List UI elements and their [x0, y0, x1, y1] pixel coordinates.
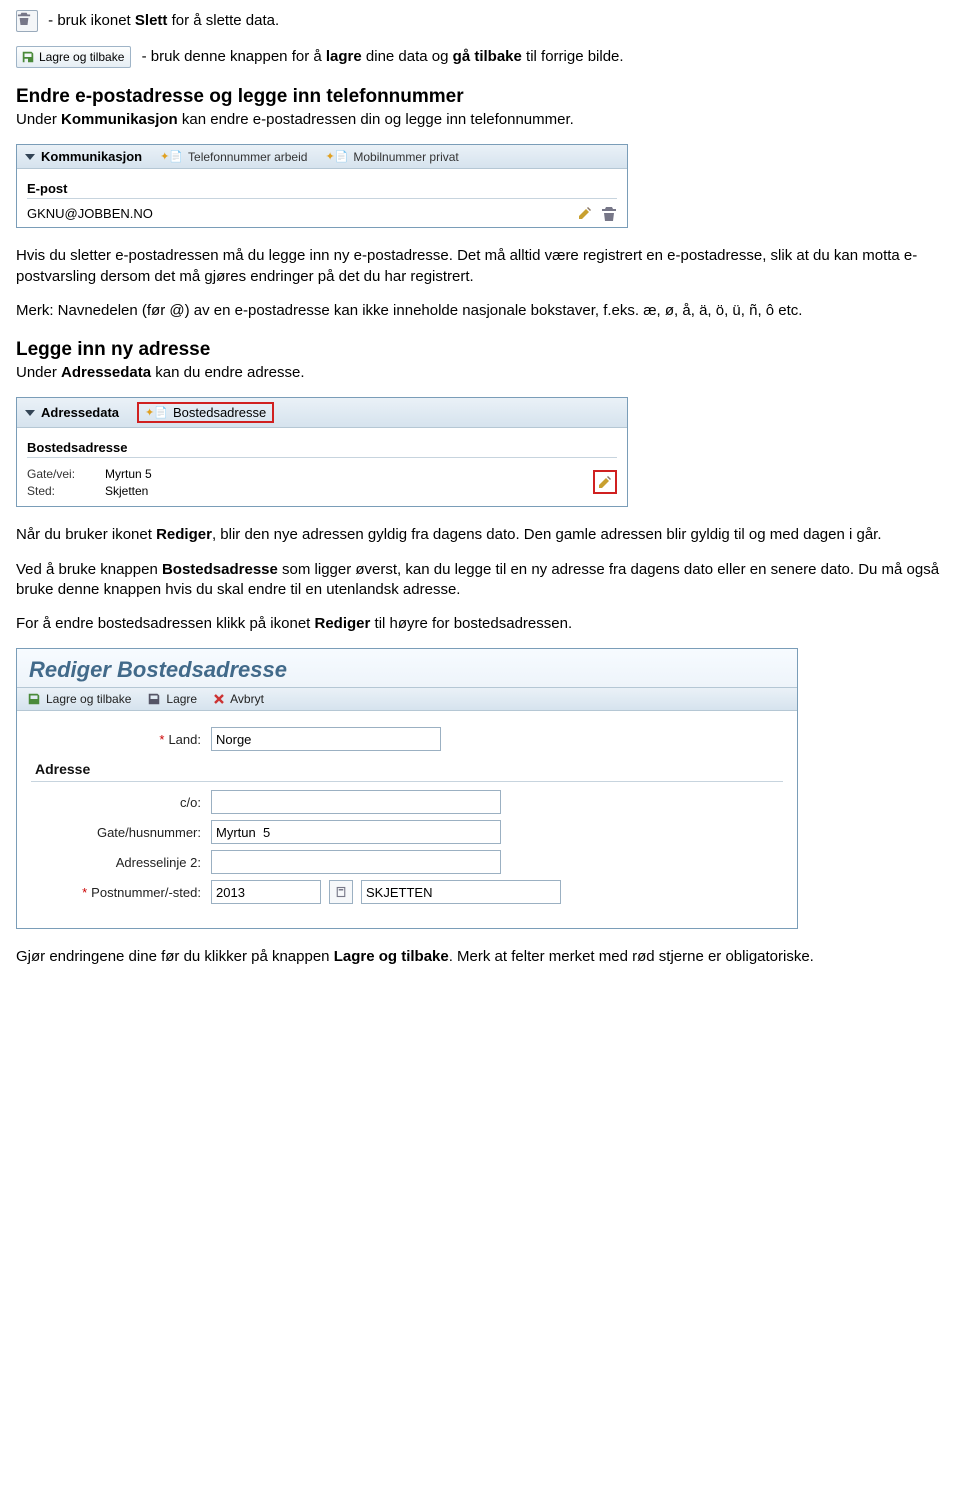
trash-icon [16, 10, 38, 32]
new-doc-icon: ✦📄 [325, 150, 348, 163]
chevron-down-icon [25, 408, 35, 418]
edit-icon-hl[interactable] [593, 470, 617, 494]
intro-adresse: Under Adressedata kan du endre adresse. [16, 363, 944, 383]
para-bostedsadresse-knapp: Ved å bruke knappen Bostedsadresse som l… [16, 560, 944, 601]
panel-kommunikasjon: Kommunikasjon ✦📄 Telefonnummer arbeid ✦📄… [16, 144, 628, 228]
toolbar: Lagre og tilbake Lagre Avbryt [17, 687, 797, 711]
postnr-input[interactable] [211, 880, 321, 904]
panel-rediger-bostedsadresse: Rediger Bostedsadresse Lagre og tilbake … [16, 648, 798, 929]
save-icon [147, 692, 161, 706]
heading-epost: Endre e-postadresse og legge inn telefon… [16, 86, 944, 108]
cancel-icon [213, 693, 225, 705]
bullet-delete-icon: - bruk ikonet Slett for å slette data. [16, 10, 944, 32]
delete-icon[interactable] [601, 205, 617, 221]
bullet-save-back-button: Lagre og tilbake - bruk denne knappen fo… [16, 46, 944, 68]
bosted-subheading: Bostedsadresse [27, 440, 617, 455]
heading-adresse: Legge inn ny adresse [16, 339, 944, 361]
gate-value: Myrtun 5 [105, 467, 152, 481]
intro-epost: Under Kommunikasjon kan endre e-postadre… [16, 110, 944, 130]
para-slett-epost: Hvis du sletter e-postadressen må du leg… [16, 246, 944, 287]
adr2-input[interactable] [211, 850, 501, 874]
land-label: Land: [168, 732, 201, 747]
link-bostedsadresse-hl[interactable]: ✦📄 Bostedsadresse [137, 402, 274, 423]
gatehus-label: Gate/husnummer: [31, 825, 201, 840]
save-back-button-label: Lagre og tilbake [39, 49, 124, 65]
save-icon [21, 50, 35, 64]
chevron-down-icon [25, 152, 35, 162]
adresse-section-label: Adresse [35, 761, 783, 777]
epost-value: GKNU@JOBBEN.NO [27, 206, 153, 221]
para-klikk-rediger: For å endre bostedsadressen klikk på iko… [16, 614, 944, 634]
panel-header: Adressedata ✦📄 Bostedsadresse [17, 398, 627, 428]
save-back-button[interactable]: Lagre og tilbake [27, 692, 131, 706]
new-doc-icon: ✦📄 [160, 150, 183, 163]
save-button[interactable]: Lagre [147, 692, 197, 706]
lookup-button[interactable] [329, 880, 353, 904]
new-doc-icon: ✦📄 [145, 406, 168, 419]
para-merk: Merk: Navnedelen (før @) av en e-postadr… [16, 301, 944, 321]
gate-label: Gate/vei: [27, 467, 97, 481]
final-para: Gjør endringene dine før du klikker på k… [16, 947, 944, 967]
cancel-button[interactable]: Avbryt [213, 692, 264, 706]
editor-title: Rediger Bostedsadresse [17, 649, 797, 687]
sted-value: Skjetten [105, 484, 148, 498]
link-telefon-arbeid[interactable]: ✦📄 Telefonnummer arbeid [160, 150, 307, 164]
sted-label: Sted: [27, 484, 97, 498]
search-icon [335, 886, 347, 898]
para-rediger-dato: Når du bruker ikonet Rediger, blir den n… [16, 525, 944, 545]
panel-adressedata: Adressedata ✦📄 Bostedsadresse Bostedsadr… [16, 397, 628, 507]
panel-title[interactable]: Adressedata [25, 405, 119, 420]
link-mobil-privat[interactable]: ✦📄 Mobilnummer privat [325, 150, 458, 164]
post-label: Postnummer/-sted: [91, 885, 201, 900]
poststed-input[interactable] [361, 880, 561, 904]
gatehus-input[interactable] [211, 820, 501, 844]
co-input[interactable] [211, 790, 501, 814]
panel-title[interactable]: Kommunikasjon [25, 149, 142, 164]
save-back-button-sample: Lagre og tilbake [16, 46, 131, 68]
panel-header: Kommunikasjon ✦📄 Telefonnummer arbeid ✦📄… [17, 145, 627, 169]
adr2-label: Adresselinje 2: [31, 855, 201, 870]
co-label: c/o: [31, 795, 201, 810]
save-back-icon [27, 692, 41, 706]
land-input[interactable] [211, 727, 441, 751]
epost-label: E-post [27, 181, 617, 196]
edit-icon[interactable] [577, 205, 593, 221]
